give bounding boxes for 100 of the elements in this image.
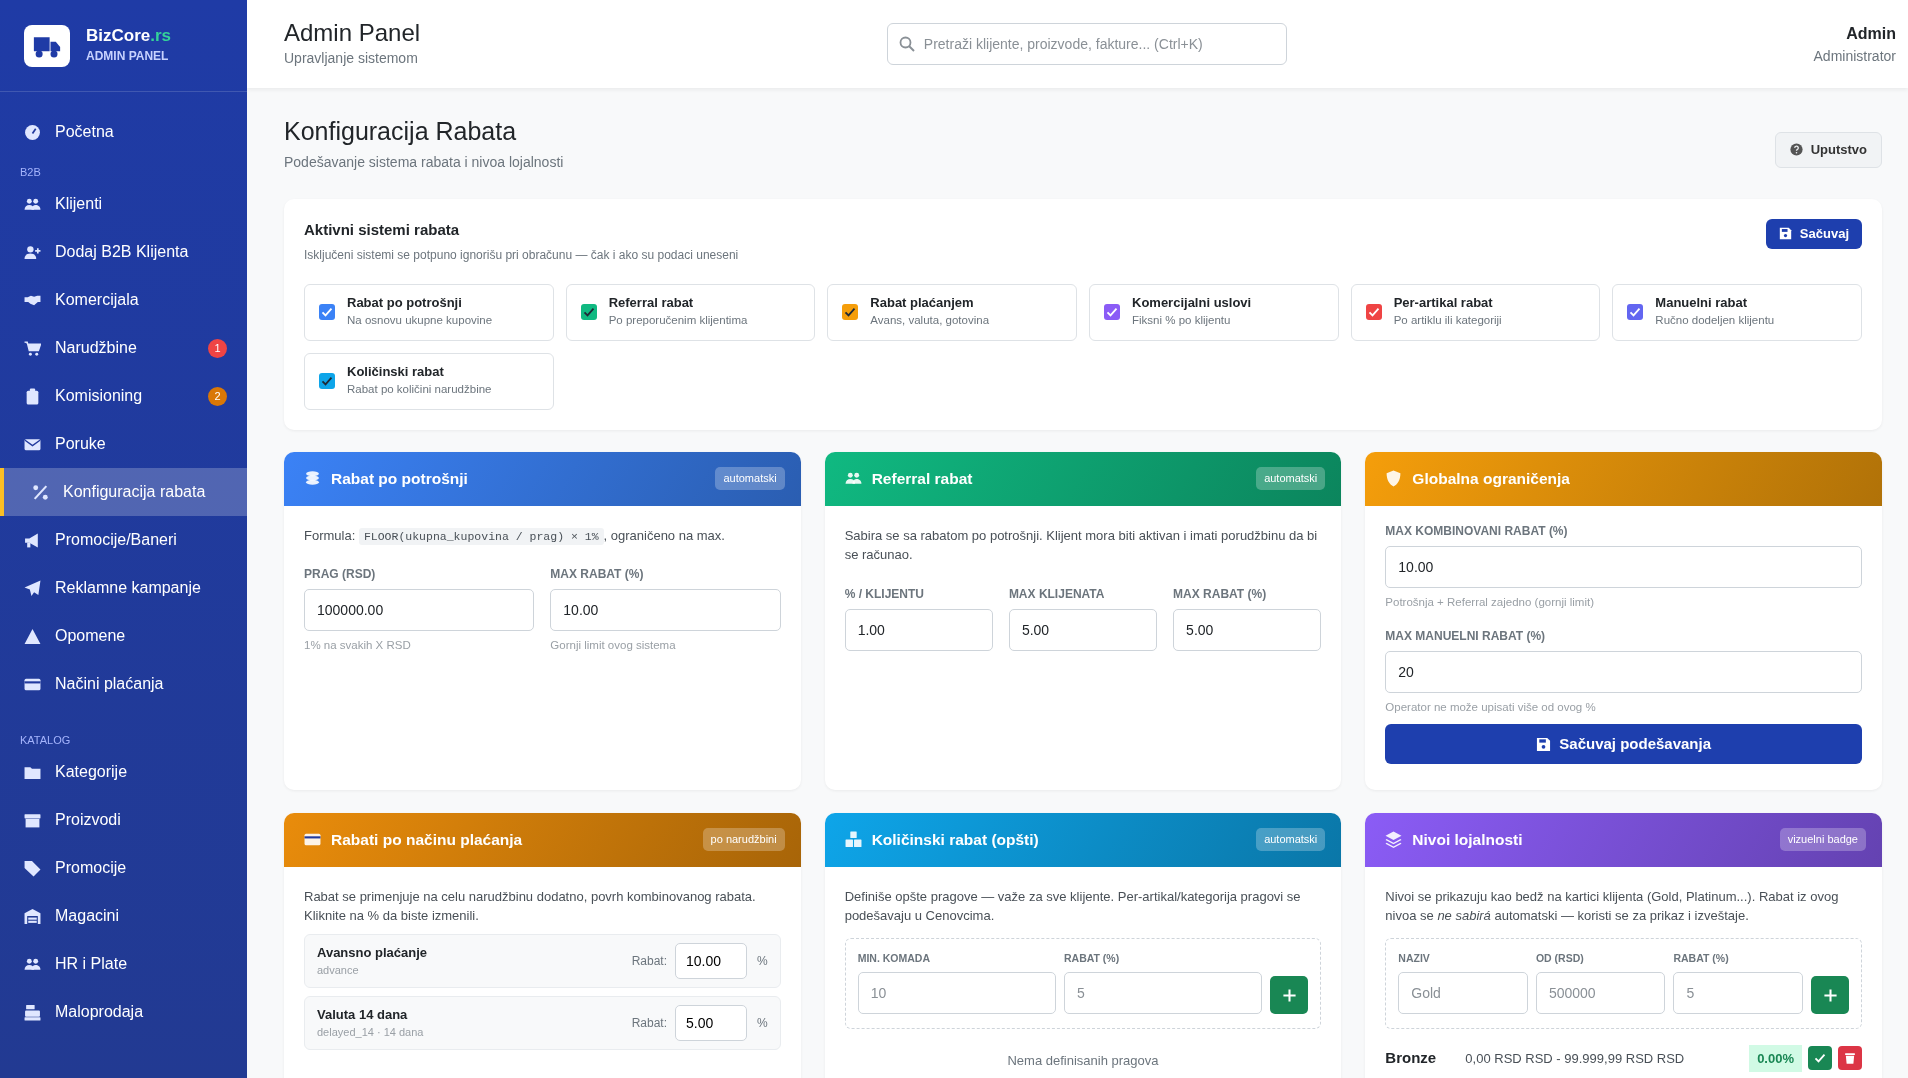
add-button[interactable] [1811, 976, 1849, 1015]
input-field[interactable]: 1.00 [844, 608, 993, 651]
input-field[interactable]: 20 [1385, 650, 1862, 693]
status-badge: automatski [715, 467, 785, 490]
section-title: Aktivni sistemi rabata [304, 220, 461, 240]
option-description: Fiksni % po klijentu [1132, 312, 1232, 328]
checkbox[interactable] [1365, 304, 1382, 320]
input-field[interactable]: 5.00 [1008, 608, 1158, 651]
add-button[interactable] [1270, 976, 1309, 1015]
option-description: Na osnovu ukupne kupovine [347, 312, 493, 328]
unit-label: % [757, 1014, 768, 1032]
unit-label: % [757, 952, 768, 970]
sidebar-item[interactable]: Komisioning 2 [0, 372, 247, 420]
field-label: RABAT (%) [1064, 950, 1121, 966]
header-title: Admin Panel [284, 19, 421, 48]
gauge-icon [24, 123, 41, 141]
input-field[interactable]: 10.00 [675, 942, 747, 979]
save-button[interactable]: Sačuvaj [1765, 219, 1862, 249]
panel-description: Rabat se primenjuje na celu narudžbinu dodatno, povrh kombinovanog rabata. Kliknite na % da biste izmenili. [304, 887, 757, 925]
panel-title: Globalna ograničenja [1412, 468, 1570, 489]
sidebar-item[interactable]: Klijenti [0, 180, 247, 228]
sidebar-item[interactable]: Promocije [0, 844, 247, 892]
check-icon [1367, 306, 1380, 318]
page-subtitle: Podešavanje sistema rabata i nivoa lojalnosti [284, 153, 564, 172]
sidebar-item[interactable]: Dodaj B2B Klijenta [0, 228, 247, 276]
brand-name: BizCore.rs [86, 26, 172, 47]
input-field[interactable]: 5.00 [1173, 608, 1322, 651]
delete-button[interactable] [1838, 1046, 1862, 1071]
save-icon [1778, 227, 1792, 241]
sidebar-item[interactable]: Maloprodaja [0, 988, 247, 1036]
option-title: Manuelni rabat [1655, 294, 1749, 312]
sidebar-item[interactable]: Načini plaćanja [0, 660, 247, 708]
field-label: RABAT (%) [1673, 950, 1730, 966]
option-description: Po artiklu ili kategoriji [1393, 312, 1502, 328]
user-role: Administrator [1813, 46, 1896, 66]
empty-state-text: Nema definisanih pragova [1006, 1052, 1160, 1071]
input-field[interactable]: 5 [1064, 972, 1263, 1015]
sidebar-item[interactable]: Promocije/Baneri [0, 516, 247, 564]
option-title: Per-artikal rabat [1393, 294, 1494, 312]
warning-icon [24, 627, 41, 645]
sidebar-item[interactable]: HR i Plate [0, 940, 247, 988]
option-title: Količinski rabat [347, 363, 445, 381]
sidebar-item[interactable]: Proizvodi [0, 796, 247, 844]
section-heading: B2B [19, 165, 42, 180]
panel-description: Sabira se sa rabatom po potrošnji. Klijent mora biti aktivan i imati porudžbinu da bi se računao. [844, 526, 1319, 564]
checkbox[interactable] [319, 304, 335, 320]
sidebar-item[interactable]: Kategorije [0, 748, 247, 796]
check-icon [582, 306, 595, 318]
checkbox[interactable] [842, 304, 859, 320]
sidebar-item[interactable]: Opomene [0, 612, 247, 660]
save-settings-button[interactable]: Sačuvaj podešavanja [1385, 724, 1862, 764]
confirm-button[interactable] [1808, 1046, 1832, 1071]
input-field[interactable]: Gold [1398, 972, 1528, 1015]
credit-card-icon [304, 831, 321, 848]
option-description: Ručno dodeljen klijentu [1655, 312, 1775, 328]
input-field[interactable]: 5 [1673, 972, 1803, 1015]
sidebar-item[interactable]: Komercijala [0, 276, 247, 324]
brand-subtitle: ADMIN PANEL [86, 47, 170, 65]
paper-plane-icon [24, 579, 41, 597]
option-title: Rabat plaćanjem [870, 294, 975, 312]
tag-icon [24, 859, 41, 877]
sidebar-item[interactable]: Konfiguracija rabata [0, 468, 247, 516]
sidebar-item[interactable]: Narudžbine 1 [0, 324, 247, 372]
field-label: MAX KOMBINOVANI RABAT (%) [1385, 522, 1569, 540]
field-label: NAZIV [1398, 950, 1431, 966]
tier-rate: 0.00% [1749, 1044, 1802, 1072]
field-label: MAX RABAT (%) [550, 566, 645, 583]
help-text: Potrošnja + Referral zajedno (gornji limit) [1385, 594, 1595, 610]
check-icon [1629, 306, 1642, 318]
option-title: Rabat po potrošnji [347, 294, 463, 312]
search-field[interactable]: Pretraži klijente, proizvode, fakture... (Ctrl+K) [886, 23, 1287, 65]
sidebar-item[interactable]: Reklamne kampanje [0, 564, 247, 612]
input-field[interactable]: 10.00 [1385, 545, 1862, 588]
tier-name: Bronze [1385, 1048, 1438, 1068]
tier-range: 0,00 RSD RSD - 99.999,99 RSD RSD [1465, 1049, 1685, 1068]
layers-icon [1385, 831, 1403, 848]
field-label: MIN. KOMADA [857, 950, 931, 966]
method-code: advance [317, 963, 360, 978]
help-button[interactable]: Uputstvo [1774, 132, 1882, 168]
checkbox[interactable] [580, 304, 597, 320]
checkbox[interactable] [1104, 304, 1120, 320]
save-icon [1536, 736, 1552, 752]
input-field[interactable]: 100000.00 [304, 589, 535, 631]
input-field[interactable]: 10 [857, 972, 1056, 1015]
input-field[interactable]: 10.00 [550, 589, 781, 631]
users-icon [844, 470, 862, 487]
panel-description: Nivoi se prikazuju kao bedž na kartici klijenta (Gold, Platinum...). Rabat iz ovog nivoa se ne sabirá automatski — koristi se za prikaz i izveštaje. [1385, 887, 1840, 925]
sidebar-item[interactable]: Početna [0, 108, 247, 156]
plus-icon [1822, 987, 1838, 1003]
sidebar-item[interactable]: Magacini [0, 892, 247, 940]
sidebar-item[interactable]: Poruke [0, 420, 247, 468]
checkbox[interactable] [1627, 304, 1644, 320]
status-badge: automatski [1256, 467, 1326, 490]
checkbox[interactable] [319, 373, 335, 389]
status-badge: po narudžbini [702, 828, 785, 851]
user-name: Admin [1845, 23, 1896, 44]
cart-icon [24, 339, 41, 357]
option-description: Po preporučenim klijentima [608, 312, 748, 328]
input-field[interactable]: 500000 [1535, 972, 1666, 1015]
input-field[interactable]: 5.00 [675, 1004, 747, 1041]
